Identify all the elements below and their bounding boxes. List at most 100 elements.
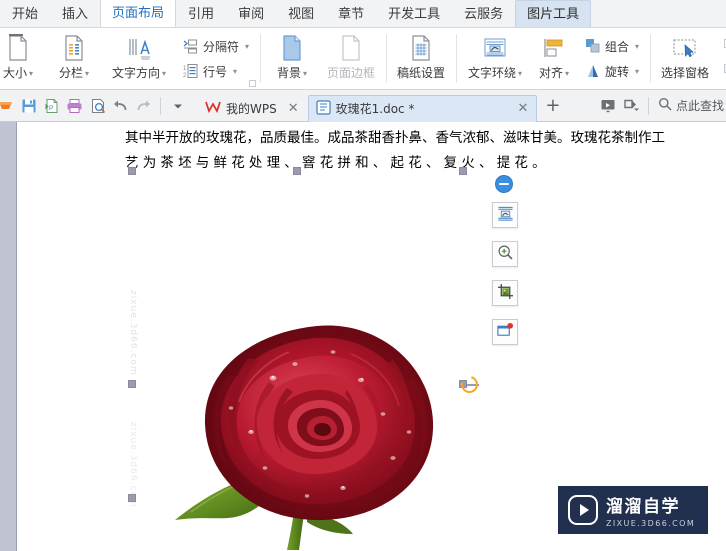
chevron-down-icon: ▾ <box>29 69 34 78</box>
page-border-button[interactable]: 页面边框 <box>320 28 382 89</box>
arrange-small-stack: 组合 ▾ 旋转 ▾ <box>578 28 646 89</box>
page-size-icon <box>6 33 30 63</box>
save-icon[interactable] <box>17 94 40 118</box>
ribbon-tab-start[interactable]: 开始 <box>0 0 50 27</box>
crop-icon <box>497 283 514 304</box>
line-number-icon: 12 <box>183 63 199 79</box>
wps-logo-icon[interactable] <box>0 94 17 118</box>
document-tab-rose-doc[interactable]: 玫瑰花1.doc * ✕ <box>307 94 538 122</box>
ribbon-tab-insert[interactable]: 插入 <box>50 0 100 27</box>
presentation-icon[interactable] <box>597 94 620 118</box>
search-icon <box>658 97 672 114</box>
ribbon-tab-label: 视图 <box>288 7 315 22</box>
ribbon-tab-label: 审阅 <box>238 7 265 22</box>
vertical-watermark-top: zixue.3d66.com <box>128 290 138 376</box>
wps-w-icon <box>205 101 221 117</box>
columns-button[interactable]: 分栏 ▾ <box>46 28 102 89</box>
text-direction-label: 文字方向 <box>111 66 160 80</box>
ribbon-tab-label: 引用 <box>188 7 215 22</box>
share-icon[interactable] <box>620 94 643 118</box>
ghost-watermark-left <box>117 302 126 332</box>
columns-label: 分栏 <box>58 66 83 80</box>
resize-handle-bottom-left[interactable] <box>128 494 136 502</box>
search-box[interactable]: 点此查找 <box>654 97 724 114</box>
ribbon-tab-developer[interactable]: 开发工具 <box>376 0 452 27</box>
search-placeholder-text: 点此查找 <box>675 99 724 113</box>
bring-forward-button[interactable]: 上移一层 <box>718 34 726 59</box>
document-tab-my-wps[interactable]: 我的WPS ✕ <box>197 95 308 122</box>
ribbon-tab-section[interactable]: 章节 <box>326 0 376 27</box>
page-setup-small-stack: 分隔符 ▾ 12 行号 ▾ <box>176 28 256 89</box>
ribbon-tab-page-layout[interactable]: 页面布局 <box>100 0 177 27</box>
document-body-text[interactable]: 其中半开放的玫瑰花，品质最佳。成品茶甜香扑鼻、香气浓郁、滋味甘美。玫瑰花茶制作工… <box>125 126 725 176</box>
resize-handle-top-right[interactable] <box>459 167 467 175</box>
ribbon-group-background: 背景 ▾ 页面边框 <box>260 28 386 89</box>
svg-text:2: 2 <box>183 73 187 79</box>
group-label: 组合 <box>605 39 630 54</box>
print-preview-icon[interactable] <box>86 94 109 118</box>
text-wrap-icon <box>481 33 509 63</box>
separator-label: 分隔符 <box>203 39 240 54</box>
line-number-button[interactable]: 12 行号 ▾ <box>178 59 254 84</box>
close-icon[interactable]: ✕ <box>517 101 528 116</box>
resize-handle-top-center[interactable] <box>293 167 301 175</box>
selection-pane-icon <box>670 33 700 63</box>
ribbon-tab-view[interactable]: 视图 <box>276 0 326 27</box>
document-tab-label: 我的WPS <box>226 102 277 116</box>
close-icon[interactable]: ✕ <box>288 101 299 116</box>
svg-text:P: P <box>49 105 53 112</box>
layout-options-button[interactable] <box>492 202 518 228</box>
ribbon-tab-references[interactable]: 引用 <box>176 0 226 27</box>
page-border-label: 页面边框 <box>327 66 376 80</box>
rose-image[interactable] <box>147 282 487 551</box>
align-button[interactable]: 对齐 ▾ <box>530 28 578 89</box>
rotate-button[interactable]: 旋转 ▾ <box>580 59 644 84</box>
new-tab-button[interactable]: + <box>537 95 568 116</box>
resize-handle-middle-left[interactable] <box>128 380 136 388</box>
magnify-icon <box>497 244 514 265</box>
selection-pane-button[interactable]: 选择窗格 <box>654 28 716 89</box>
page-setup-dialog-launcher[interactable] <box>249 80 257 87</box>
text-wrap-button[interactable]: 文字环绕 ▾ <box>460 28 530 89</box>
crop-button[interactable] <box>492 280 518 306</box>
ribbon-tab-label: 开始 <box>12 7 39 22</box>
ribbon-group-page-setup: 大小 ▾ 分栏 ▾ 文字方向 ▾ 分隔符 ▾ 1 2 行号 ▾ <box>0 28 260 89</box>
text-direction-button[interactable]: 文字方向 ▾ <box>102 28 176 89</box>
ribbon-tab-review[interactable]: 审阅 <box>226 0 276 27</box>
customize-dropdown-icon[interactable] <box>166 94 189 118</box>
paper-setup-button[interactable]: 稿纸设置 <box>390 28 452 89</box>
brand-name-en: ZIXUE.3D66.COM <box>606 519 696 528</box>
resize-handle-top-left[interactable] <box>128 167 136 175</box>
chevron-down-icon: ▾ <box>518 69 523 78</box>
page-size-button[interactable]: 大小 ▾ <box>0 28 46 89</box>
layout-collapse-button[interactable] <box>495 175 513 193</box>
send-backward-button[interactable]: 下移一层 <box>718 59 726 84</box>
chevron-down-icon: ▾ <box>233 66 238 76</box>
align-icon <box>541 33 567 63</box>
wps-writer-window: 开始 插入 页面布局 引用 审阅 视图 章节 开发工具 云服务 图片工具 大小 ▾… <box>0 0 726 551</box>
background-label: 背景 <box>277 66 302 80</box>
save-as-pdf-icon[interactable]: P <box>40 94 63 118</box>
background-button[interactable]: 背景 ▾ <box>264 28 320 89</box>
text-direction-icon <box>125 33 153 63</box>
page-size-label: 大小 <box>2 66 27 80</box>
document-page[interactable]: 其中半开放的玫瑰花，品质最佳。成品茶甜香扑鼻、香气浓郁、滋味甘美。玫瑰花茶制作工… <box>17 122 726 551</box>
ribbon-group-selection: 选择窗格 上移一层 下移一层 <box>650 28 726 89</box>
separator-button[interactable]: 分隔符 ▾ <box>178 34 254 59</box>
ribbon-tab-cloud[interactable]: 云服务 <box>452 0 515 27</box>
quick-access-toolbar: P 我的WPS ✕ 玫瑰花1.doc * ✕ + 点此查找 <box>0 90 726 122</box>
magnify-button[interactable] <box>492 241 518 267</box>
print-icon[interactable] <box>63 94 86 118</box>
undo-icon[interactable] <box>109 94 132 118</box>
group-button[interactable]: 组合 ▾ <box>580 34 644 59</box>
doc-icon <box>316 99 331 118</box>
picture-properties-icon <box>496 322 514 343</box>
brand-watermark: 溜溜自学 ZIXUE.3D66.COM <box>558 486 708 534</box>
picture-properties-button[interactable] <box>492 319 518 345</box>
redo-icon[interactable] <box>132 94 155 118</box>
left-scroll-rail[interactable] <box>0 122 17 551</box>
ribbon-tab-picture-tools[interactable]: 图片工具 <box>515 0 592 27</box>
rotate-icon <box>585 63 601 79</box>
quick-access-right-cluster: 点此查找 <box>597 94 726 118</box>
selection-pane-label: 选择窗格 <box>661 66 710 80</box>
